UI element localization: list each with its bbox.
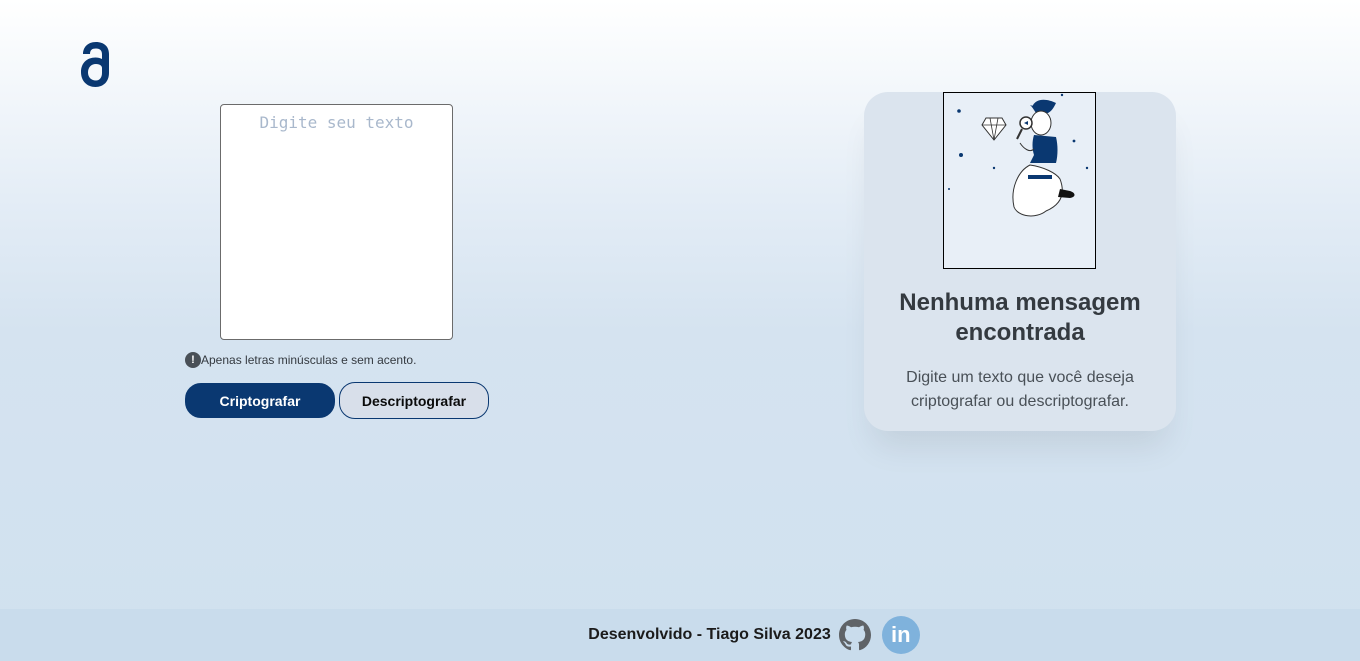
hint-text: Apenas letras minúsculas e sem acento.	[201, 353, 417, 367]
message-input[interactable]	[220, 104, 453, 340]
exclamation-icon: !	[185, 352, 201, 368]
person-with-magnifying-glass-illustration	[943, 92, 1096, 269]
encrypt-button[interactable]: Criptografar	[185, 383, 335, 418]
linkedin-icon[interactable]: in	[881, 616, 920, 654]
linkedin-label: in	[890, 622, 911, 647]
decrypt-button[interactable]: Descriptografar	[339, 382, 489, 419]
footer: Desenvolvido - Tiago Silva 2023 in	[0, 609, 1360, 661]
input-hint: ! Apenas letras minúsculas e sem acento.	[185, 352, 416, 368]
alura-logo-icon[interactable]	[80, 40, 112, 88]
github-icon[interactable]	[838, 619, 871, 651]
footer-text: Desenvolvido - Tiago Silva 2023	[588, 626, 831, 643]
no-message-title: Nenhuma mensagem encontrada	[899, 289, 1141, 346]
no-message-text: Digite um texto que você deseja criptogr…	[906, 369, 1134, 410]
